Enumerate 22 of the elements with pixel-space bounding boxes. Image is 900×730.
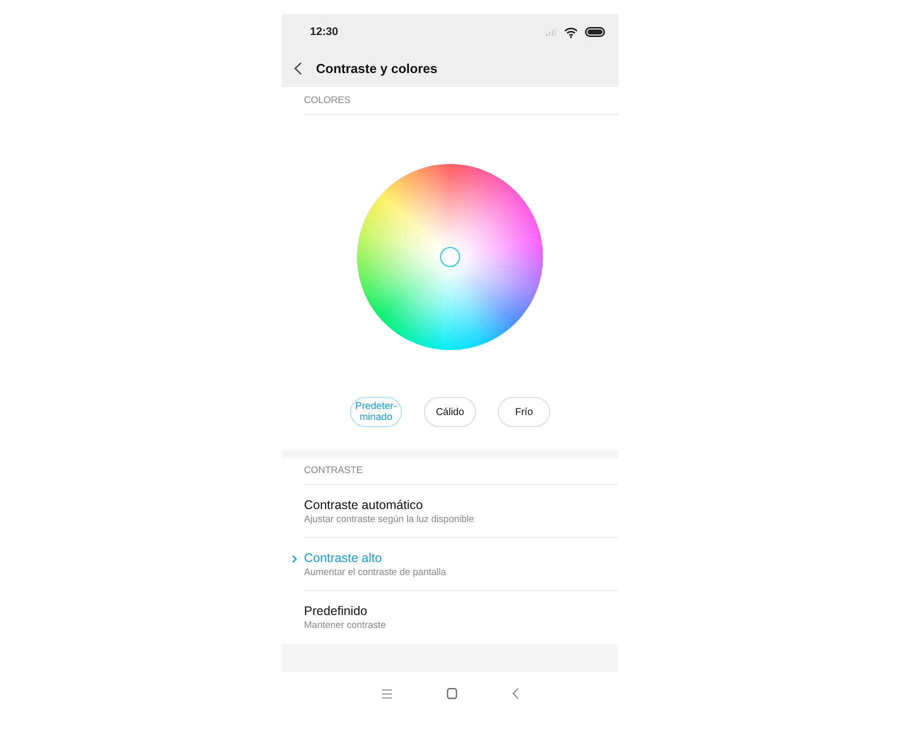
chevron-icon (292, 555, 297, 563)
wifi-icon (564, 26, 578, 38)
option-subtitle: Ajustar contraste según la luz disponible (304, 512, 474, 526)
page-title: Contraste y colores (316, 60, 438, 78)
option-title: Contraste automático (304, 496, 423, 512)
menu-icon[interactable] (382, 688, 392, 698)
status-time: 12:30 (310, 24, 338, 40)
back-icon[interactable] (294, 62, 302, 75)
section-heading: CONTRASTE (304, 464, 363, 478)
option-subtitle: Aumentar el contraste de pantalla (304, 566, 446, 578)
section-heading: COLORES (304, 94, 350, 108)
color-picker-handle[interactable] (440, 247, 460, 267)
battery-icon (585, 27, 605, 37)
option-title: Contraste alto (304, 550, 382, 566)
preset-button[interactable]: Frío (498, 397, 550, 427)
preset-button[interactable]: Cálido (424, 397, 476, 427)
contrast-option[interactable]: Contraste automático Ajustar contraste según la luz disponible (304, 485, 618, 538)
contrast-option[interactable]: Predefinido Mantener contraste (304, 591, 618, 644)
option-subtitle: Mantener contraste (304, 619, 386, 632)
home-icon[interactable] (446, 688, 456, 699)
signal-icon (546, 28, 556, 36)
option-title: Predefinido (304, 603, 368, 619)
